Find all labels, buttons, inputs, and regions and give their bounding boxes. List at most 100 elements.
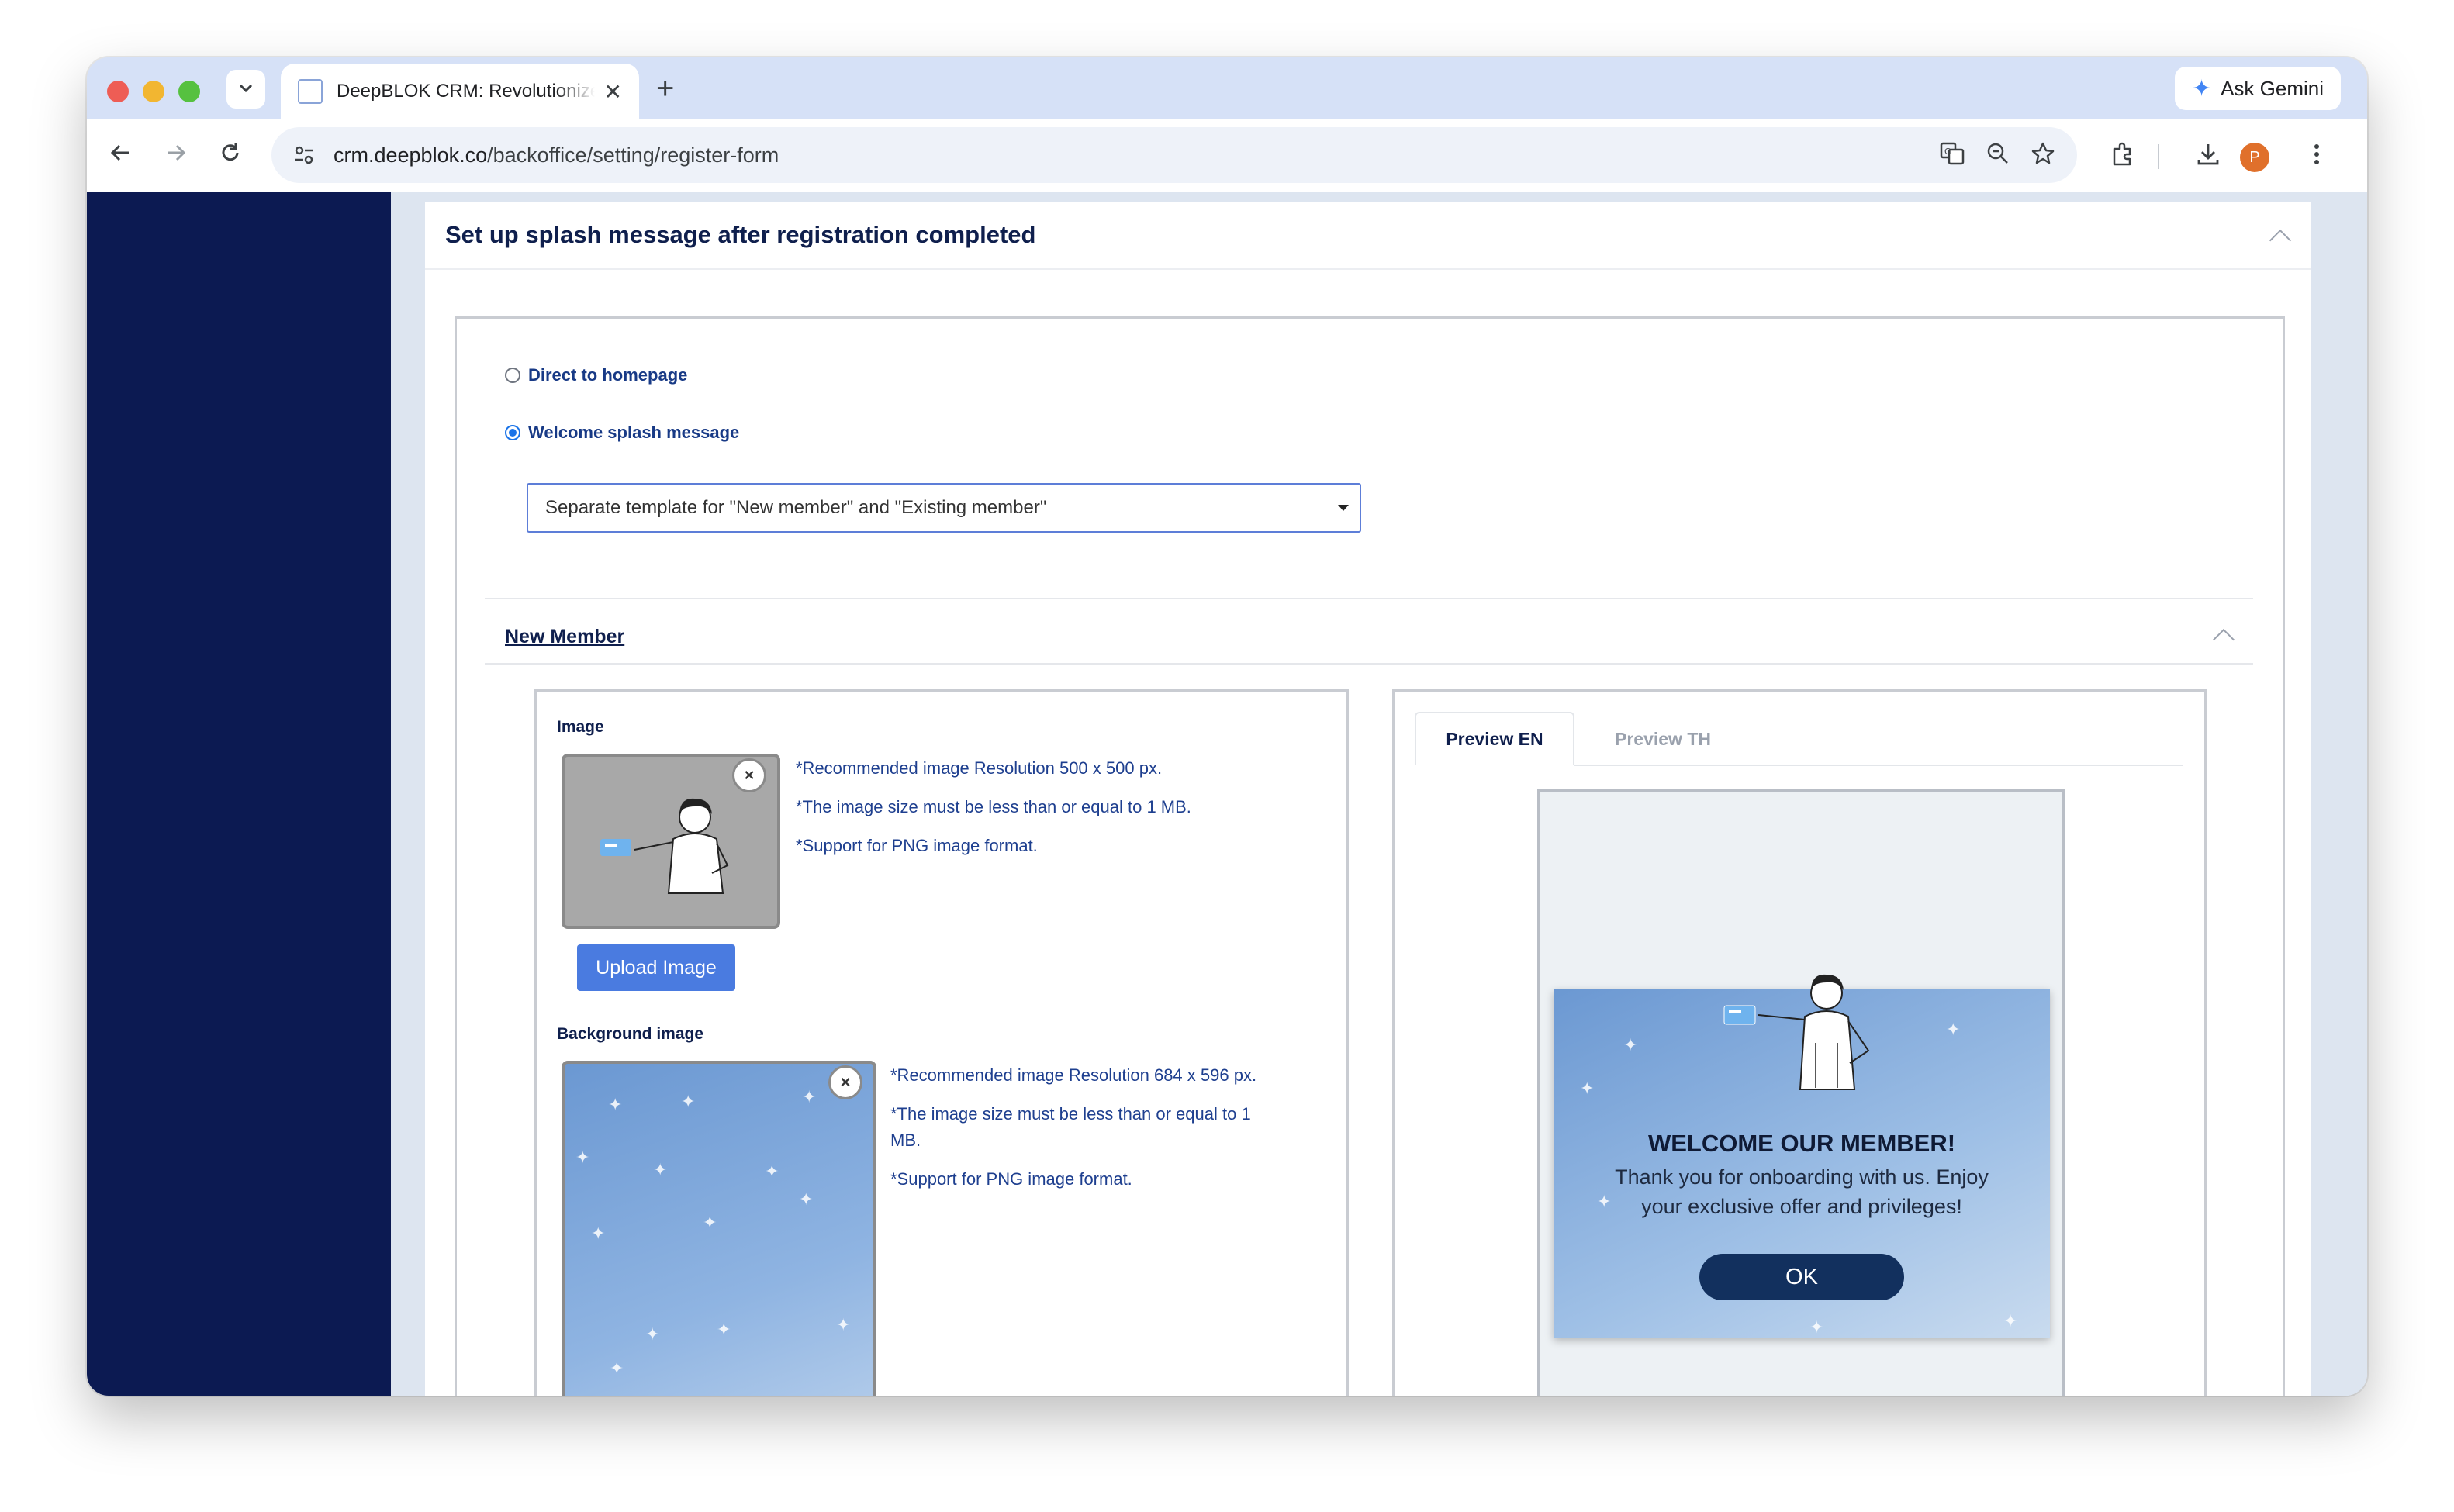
address-bar-actions: G xyxy=(1939,127,2069,183)
profile-avatar[interactable]: P xyxy=(2240,143,2269,172)
download-icon xyxy=(2195,141,2221,171)
new-member-upload-panel: Image × *Recommended image Resolution 50… xyxy=(534,689,1349,1396)
radio-welcome-splash[interactable]: Welcome splash message xyxy=(505,423,739,443)
splash-settings-form: Direct to homepage Welcome splash messag… xyxy=(455,316,2285,1396)
bookmark-star-icon[interactable] xyxy=(2031,141,2055,170)
tab-search-button[interactable] xyxy=(226,70,265,109)
deepblok-favicon-icon xyxy=(298,79,323,104)
section-divider xyxy=(485,663,2253,665)
modal-title: WELCOME OUR MEMBER! xyxy=(1647,1130,1956,1157)
close-window-button[interactable] xyxy=(107,81,129,102)
downloads-button[interactable] xyxy=(2189,136,2228,175)
section-collapse-chevron-icon[interactable] xyxy=(2212,628,2235,651)
url-text: crm.deepblok.co/backoffice/setting/regis… xyxy=(334,143,779,167)
tab-close-icon[interactable]: ✕ xyxy=(604,79,622,105)
arrow-right-icon xyxy=(164,141,188,171)
sparkle-icon: ✦ xyxy=(1580,1079,1595,1098)
image-hint-resolution: *Recommended image Resolution 500 x 500 … xyxy=(796,758,1163,778)
browser-menu-button[interactable] xyxy=(2297,136,2336,175)
url-host: crm.deepblok.co xyxy=(334,143,488,167)
minimize-window-button[interactable] xyxy=(143,81,164,102)
reload-button[interactable] xyxy=(211,136,250,175)
background-hint-resolution: *Recommended image Resolution 684 x 596 … xyxy=(890,1065,1257,1085)
preview-tabs: Preview EN Preview TH xyxy=(1415,712,2183,766)
template-select[interactable]: Separate template for "New member" and "… xyxy=(527,483,1361,533)
sparkle-icon: ✦ xyxy=(608,1095,623,1114)
new-tab-button[interactable]: + xyxy=(656,73,674,104)
sparkle-icon: ✦ xyxy=(645,1324,660,1344)
section-divider xyxy=(485,598,2253,599)
url-path: /backoffice/setting/register-form xyxy=(487,143,779,167)
sparkle-icon: ✦ xyxy=(802,1087,817,1106)
phone-preview-frame: ✦ ✦ ✦ ✦ ✦ ✦ WELCOME OUR MEMBER! Thank yo… xyxy=(1537,789,2065,1396)
template-select-value: Separate template for "New member" and "… xyxy=(545,497,1047,518)
main-content: Set up splash message after registration… xyxy=(391,192,2367,1396)
upload-image-button[interactable]: Upload Image xyxy=(577,944,735,991)
sparkle-icon: ✦ xyxy=(1809,1317,1824,1337)
zoom-icon[interactable] xyxy=(1986,141,2010,170)
back-button[interactable] xyxy=(101,136,140,175)
sparkle-icon: ✦ xyxy=(799,1189,814,1209)
reload-icon xyxy=(219,141,242,171)
remove-background-button[interactable]: × xyxy=(828,1065,862,1099)
new-member-section-title[interactable]: New Member xyxy=(505,626,624,648)
collapse-chevron-icon[interactable] xyxy=(2269,229,2292,252)
ask-gemini-button[interactable]: ✦ Ask Gemini xyxy=(2174,67,2341,110)
tab-bar: DeepBLOK CRM: Revolutionize ✕ + ✦ Ask Ge… xyxy=(87,57,2367,119)
sparkle-icon: ✦ xyxy=(836,1315,851,1334)
forward-button[interactable] xyxy=(157,136,195,175)
translate-icon[interactable]: G xyxy=(1939,140,1965,171)
toolbar-separator xyxy=(2158,144,2159,169)
page-viewport: Set up splash message after registration… xyxy=(87,192,2367,1396)
sparkle-icon: ✦ xyxy=(765,1162,779,1181)
character-illustration-icon xyxy=(1723,974,1870,1090)
card-header[interactable]: Set up splash message after registration… xyxy=(425,202,2311,270)
image-hint-size: *The image size must be less than or equ… xyxy=(796,797,1191,816)
browser-tab-active[interactable]: DeepBLOK CRM: Revolutionize ✕ xyxy=(281,64,639,119)
modal-ok-button[interactable]: OK xyxy=(1699,1254,1904,1300)
sparkle-icon: ✦ xyxy=(610,1358,624,1378)
card-title: Set up splash message after registration… xyxy=(445,221,1036,248)
site-settings-icon[interactable] xyxy=(289,140,320,171)
svg-text:G: G xyxy=(1944,147,1951,157)
radio-direct-homepage[interactable]: Direct to homepage xyxy=(505,365,687,385)
app-sidebar xyxy=(87,192,391,1396)
background-hint-format: *Support for PNG image format. xyxy=(890,1169,1132,1189)
image-hint-format: *Support for PNG image format. xyxy=(796,836,1038,855)
radio-label: Welcome splash message xyxy=(528,423,740,442)
radio-button-checked[interactable] xyxy=(505,425,520,440)
sparkle-icon: ✦ xyxy=(2003,1311,2018,1331)
image-hints: *Recommended image Resolution 500 x 500 … xyxy=(796,755,1261,872)
ask-gemini-label: Ask Gemini xyxy=(2221,76,2324,100)
sparkle-icon: ✦ xyxy=(681,1092,696,1111)
welcome-splash-modal: ✦ ✦ ✦ ✦ ✦ ✦ WELCOME OUR MEMBER! Thank yo… xyxy=(1554,974,2050,1338)
sparkle-icon: ✦ xyxy=(653,1160,668,1179)
browser-window: DeepBLOK CRM: Revolutionize ✕ + ✦ Ask Ge… xyxy=(87,57,2367,1396)
browser-toolbar: crm.deepblok.co/backoffice/setting/regis… xyxy=(87,119,2367,192)
sparkle-icon: ✦ xyxy=(1623,1035,1638,1055)
caret-down-icon xyxy=(1338,505,1349,511)
arrow-left-icon xyxy=(109,141,132,171)
background-image-label: Background image xyxy=(557,1025,704,1043)
sparkle-icon: ✦ xyxy=(717,1320,731,1339)
extensions-button[interactable] xyxy=(2103,136,2142,175)
splash-settings-card: Set up splash message after registration… xyxy=(425,202,2311,1396)
background-hint-size: *The image size must be less than or equ… xyxy=(890,1104,1251,1150)
sparkle-icon: ✦ xyxy=(703,1213,717,1232)
remove-image-button[interactable]: × xyxy=(732,758,766,792)
puzzle-icon xyxy=(2110,141,2136,171)
address-bar[interactable]: crm.deepblok.co/backoffice/setting/regis… xyxy=(271,127,2077,183)
sparkle-icon: ✦ xyxy=(591,1224,606,1243)
tab-preview-th[interactable]: Preview TH xyxy=(1578,712,1748,766)
kebab-menu-icon xyxy=(2313,143,2321,170)
background-image-thumbnail: ✦ ✦ ✦ ✦ ✦ ✦ ✦ ✦ ✦ ✦ ✦ ✦ ✦ xyxy=(562,1061,876,1396)
chevron-down-icon xyxy=(237,79,254,100)
gemini-sparkle-icon: ✦ xyxy=(2191,75,2212,102)
tab-preview-en[interactable]: Preview EN xyxy=(1415,712,1574,766)
sparkle-icon: ✦ xyxy=(575,1148,590,1167)
image-field-label: Image xyxy=(557,718,604,736)
radio-button[interactable] xyxy=(505,368,520,383)
sparkle-icon: ✦ xyxy=(1946,1020,1961,1039)
background-hints: *Recommended image Resolution 684 x 596 … xyxy=(890,1062,1263,1205)
maximize-window-button[interactable] xyxy=(178,81,200,102)
